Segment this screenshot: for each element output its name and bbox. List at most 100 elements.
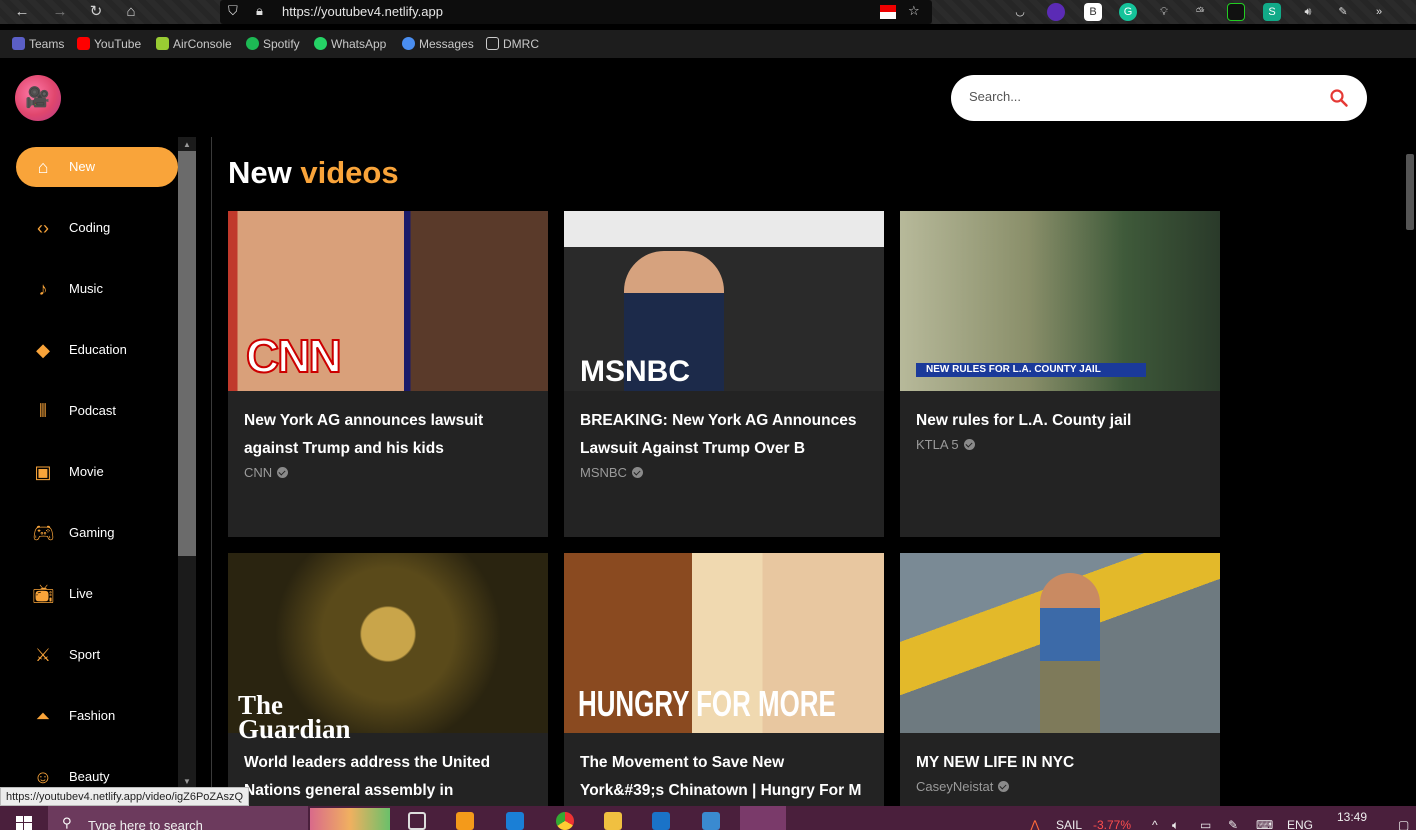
thumbnail-logo-text: The Guardian <box>238 690 351 744</box>
video-title[interactable]: The Movement to Save New York&#39;s Chin… <box>580 749 872 805</box>
bookmark-messages[interactable]: Messages <box>402 37 474 51</box>
sidebar-item-fashion[interactable]: ⏶ Fashion <box>16 696 178 736</box>
video-card[interactable]: CNN New York AG announces lawsuit agains… <box>228 211 548 537</box>
back-icon[interactable]: ← <box>12 2 32 22</box>
weather-icon[interactable]: ⛅︎ <box>1191 3 1209 21</box>
flag-icon[interactable] <box>880 5 896 19</box>
search-input[interactable] <box>969 89 1309 104</box>
windows-start-icon[interactable] <box>16 816 32 830</box>
video-thumbnail[interactable]: HUNGRY FOR MORE <box>564 553 884 733</box>
video-thumbnail[interactable]: CNN <box>228 211 548 391</box>
language-indicator[interactable]: ENG <box>1287 818 1313 830</box>
sidebar-item-new[interactable]: ⌂ New <box>16 147 178 187</box>
video-title[interactable]: MY NEW LIFE IN NYC <box>916 749 1208 777</box>
lightbulb-icon[interactable]: 💡︎ <box>1155 3 1173 21</box>
channel-name[interactable]: CNN <box>244 465 289 480</box>
pen-icon[interactable]: ✎ <box>1334 3 1352 21</box>
channel-name[interactable]: CaseyNeistat <box>916 779 1010 794</box>
volume-icon[interactable]: 🔈︎ <box>1172 818 1179 830</box>
sidebar-item-label: Music <box>69 281 103 296</box>
video-title[interactable]: World leaders address the United Nations… <box>244 749 536 805</box>
channel-name[interactable]: KTLA 5 <box>916 437 975 452</box>
search-icon[interactable] <box>1329 88 1349 108</box>
bookmark-teams[interactable]: Teams <box>12 37 64 51</box>
sidebar-item-movie[interactable]: ▣ Movie <box>16 452 178 492</box>
extension-s-icon[interactable]: S <box>1263 3 1281 21</box>
task-view-icon[interactable] <box>408 812 426 830</box>
lock-icon[interactable]: 🔒︎ <box>256 3 263 19</box>
notifications-icon[interactable]: ▢ <box>1398 818 1409 830</box>
video-card[interactable]: MSNBC BREAKING: New York AG Announces La… <box>564 211 884 537</box>
mail-icon[interactable] <box>652 812 670 830</box>
forward-icon[interactable]: → <box>50 2 70 22</box>
clock[interactable]: 13:49 <box>1337 810 1367 824</box>
video-thumbnail[interactable]: The Guardian <box>228 553 548 743</box>
shield-icon[interactable]: ⛉ <box>228 3 238 19</box>
speaker-icon[interactable]: 🔊︎ <box>1299 3 1317 21</box>
stock-icon[interactable]: ⋀ <box>1030 818 1040 830</box>
search-highlight-image <box>310 808 390 830</box>
bookmark-star-icon[interactable]: ☆ <box>908 3 920 19</box>
thumbnail-banner-text: NEW RULES FOR L.A. COUNTY JAIL <box>926 364 1101 375</box>
url-text[interactable]: https://youtubev4.netlify.app <box>282 4 443 19</box>
reload-icon[interactable]: ↻ <box>86 2 106 22</box>
sidebar-item-label: Movie <box>69 464 104 479</box>
video-title[interactable]: New rules for L.A. County jail <box>916 407 1208 435</box>
video-title[interactable]: BREAKING: New York AG Announces Lawsuit … <box>580 407 872 463</box>
sidebar-item-education[interactable]: ◆ Education <box>16 330 178 370</box>
face-icon: ☺ <box>33 767 53 787</box>
video-thumbnail[interactable]: NEW RULES FOR L.A. COUNTY JAIL <box>900 211 1220 391</box>
store-icon[interactable] <box>506 812 524 830</box>
address-bar[interactable]: ⛉ 🔒︎ https://youtubev4.netlify.app ☆ <box>220 0 932 24</box>
stock-change[interactable]: -3.77% <box>1093 818 1131 830</box>
file-explorer-icon[interactable] <box>604 812 622 830</box>
sidebar-item-label: Podcast <box>69 403 116 418</box>
bookmark-dmrc[interactable]: DMRC <box>486 37 539 51</box>
page-scrollbar[interactable] <box>1404 137 1416 790</box>
home-browser-icon[interactable]: ⌂ <box>121 2 141 22</box>
sublime-text-icon[interactable] <box>456 812 474 830</box>
pocket-icon[interactable]: ◡ <box>1011 3 1029 21</box>
grammarly-icon[interactable]: G <box>1119 3 1137 21</box>
sidebar-item-coding[interactable]: ‹› Coding <box>16 208 178 248</box>
sidebar-item-beauty[interactable]: ☺ Beauty <box>16 757 178 790</box>
video-thumbnail[interactable]: MSNBC <box>564 211 884 391</box>
sidebar-item-gaming[interactable]: 🎮︎ Gaming <box>16 513 178 553</box>
video-thumbnail[interactable] <box>900 553 1220 733</box>
video-card[interactable]: MY NEW LIFE IN NYC CaseyNeistat <box>900 553 1220 806</box>
chrome-icon[interactable] <box>556 812 574 830</box>
sidebar-item-music[interactable]: ♪ Music <box>16 269 178 309</box>
audio-wave-icon: ⦀ <box>39 401 47 421</box>
channel-name[interactable]: MSNBC <box>580 465 643 480</box>
bitwarden-icon[interactable]: B <box>1084 3 1102 21</box>
extension-d-icon[interactable] <box>1227 3 1245 21</box>
video-title[interactable]: New York AG announces lawsuit against Tr… <box>244 407 536 463</box>
bookmark-airconsole[interactable]: AirConsole <box>156 37 232 51</box>
bookmark-whatsapp[interactable]: WhatsApp <box>314 37 386 51</box>
site-logo[interactable] <box>15 75 61 121</box>
stock-name[interactable]: SAIL <box>1056 818 1082 830</box>
sidebar-item-podcast[interactable]: ⦀ Podcast <box>16 391 178 431</box>
network-icon[interactable]: ▭ <box>1200 818 1211 830</box>
extension-icon[interactable] <box>1047 3 1065 21</box>
taskbar-search[interactable]: ⚲ Type here to search <box>48 806 390 830</box>
sidebar-item-label: New <box>69 159 96 174</box>
video-card[interactable]: NEW RULES FOR L.A. COUNTY JAIL New rules… <box>900 211 1220 537</box>
bookmark-youtube[interactable]: YouTube <box>77 37 141 51</box>
bookmark-spotify[interactable]: Spotify <box>246 37 300 51</box>
sidebar-scrollbar-thumb[interactable] <box>178 151 196 556</box>
search-box[interactable] <box>951 75 1367 121</box>
firefox-taskbar-button[interactable] <box>740 806 786 830</box>
keyboard-icon[interactable]: ⌨ <box>1256 818 1273 830</box>
page-scrollbar-thumb[interactable] <box>1406 154 1414 230</box>
sidebar-item-sport[interactable]: ⚔ Sport <box>16 635 178 675</box>
video-card[interactable]: HUNGRY FOR MORE The Movement to Save New… <box>564 553 884 806</box>
overflow-icon[interactable]: » <box>1370 3 1388 21</box>
sidebar-item-label: Beauty <box>69 769 110 784</box>
tray-chevron-icon[interactable]: ^ <box>1152 818 1158 830</box>
sidebar-item-live[interactable]: 📺︎ Live <box>16 574 178 614</box>
video-card[interactable]: The Guardian World leaders address the U… <box>228 553 548 806</box>
scroll-up-icon[interactable]: ▲ <box>178 138 196 152</box>
pen-tray-icon[interactable]: ✎ <box>1228 818 1238 830</box>
calendar-icon[interactable] <box>702 812 720 830</box>
